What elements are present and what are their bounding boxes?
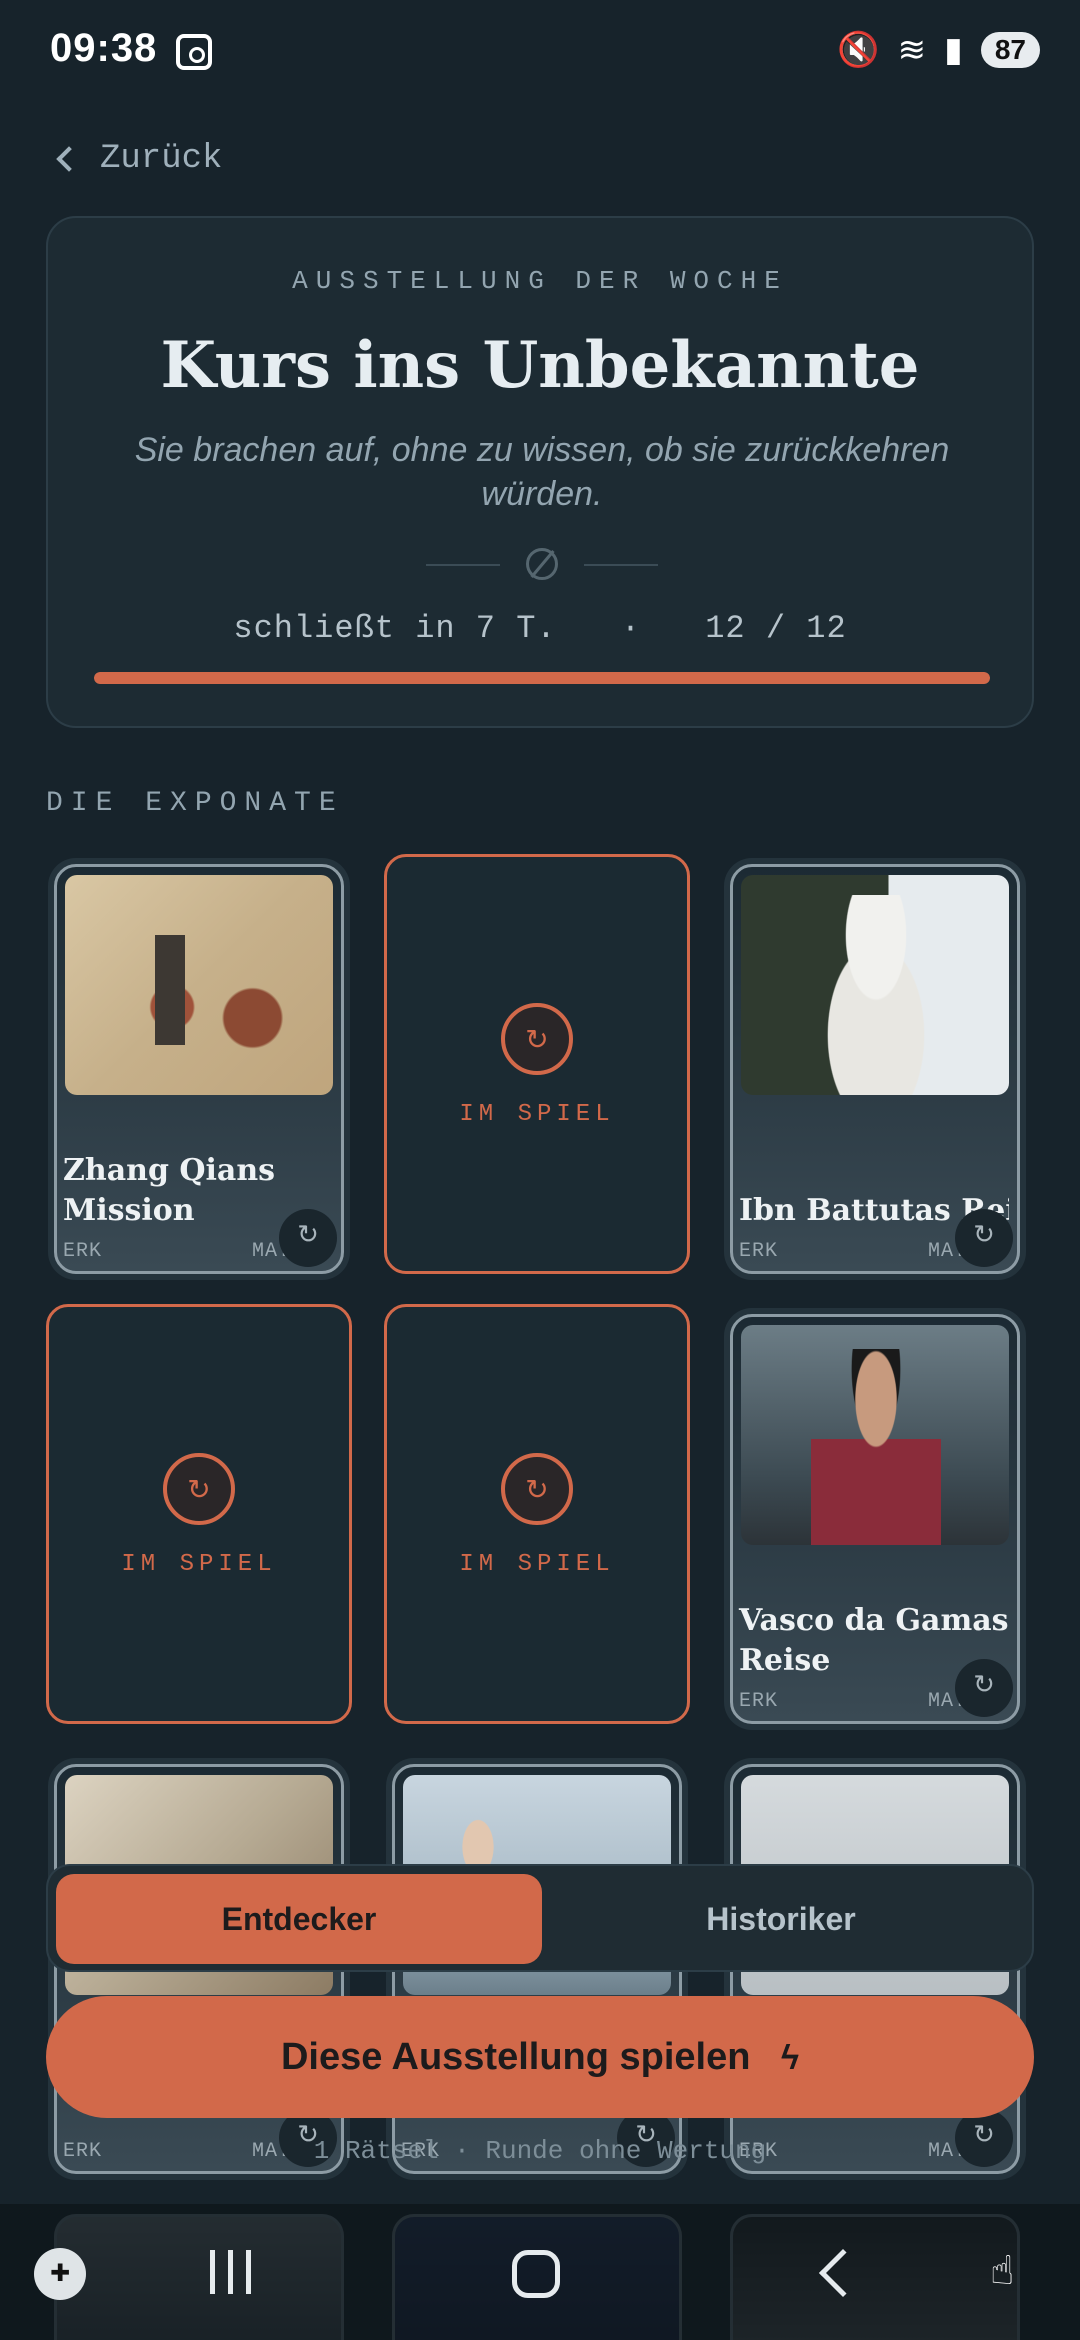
play-exhibition-label: Diese Ausstellung spielen bbox=[280, 2036, 751, 2078]
chevron-left-icon bbox=[56, 146, 82, 172]
progress-bar bbox=[94, 672, 990, 684]
back-label: Zurück bbox=[100, 140, 223, 178]
status-bar: 09:38 🔇 ≋ ▮ 87 bbox=[0, 0, 1080, 110]
mute-icon: 🔇 bbox=[837, 31, 880, 69]
hero-title: Kurs ins Unbekannte bbox=[160, 328, 920, 403]
mode-entdecker-button[interactable]: Entdecker bbox=[56, 1874, 542, 1964]
lightning-icon: ϟ bbox=[781, 2039, 800, 2077]
system-nav-bar: ✚ ☝ bbox=[0, 2204, 1080, 2340]
exhibition-hero-card: AUSSTELLUNG DER WOCHE Kurs ins Unbekannt… bbox=[46, 216, 1034, 728]
meta-separator: · bbox=[620, 610, 642, 647]
wifi-icon: ≋ bbox=[897, 31, 927, 69]
screenshot-icon bbox=[176, 34, 212, 70]
mode-historiker-button[interactable]: Historiker bbox=[538, 1874, 1024, 1964]
replay-icon[interactable] bbox=[955, 1659, 1013, 1717]
signal-icon: ▮ bbox=[944, 31, 963, 69]
exhibit-thumbnail bbox=[65, 875, 333, 1095]
closes-in: schließt in 7 T. bbox=[233, 610, 557, 647]
exhibit-thumbnail bbox=[741, 1325, 1009, 1545]
hero-meta: schließt in 7 T. · 12 / 12 bbox=[48, 610, 1032, 647]
exhibit-card-vasco-da-gama[interactable]: Vasco da Gamas Reise ERK MA... bbox=[730, 1314, 1020, 1724]
exhibit-card-ibn-battuta[interactable]: Ibn Battutas Rei... ERK MA... bbox=[730, 864, 1020, 1274]
round-note: 1 Rätsel · Runde ohne Wertung bbox=[313, 2136, 767, 2166]
in-play-label: IM SPIEL bbox=[121, 1551, 277, 1578]
replay-icon bbox=[163, 1453, 235, 1525]
back-button[interactable]: Zurück bbox=[52, 140, 222, 178]
hero-subtitle: Sie brachen auf, ohne zu wissen, ob sie … bbox=[134, 431, 950, 513]
exhibit-tag-left: ERK bbox=[739, 1690, 779, 1713]
hero-divider bbox=[426, 544, 658, 584]
in-play-label: IM SPIEL bbox=[459, 1551, 615, 1578]
compass-icon bbox=[526, 548, 558, 580]
in-play-label: IM SPIEL bbox=[459, 1101, 615, 1128]
home-icon[interactable] bbox=[512, 2250, 560, 2298]
progress-count: 12 / 12 bbox=[705, 610, 847, 647]
battery-indicator: 87 bbox=[980, 32, 1040, 68]
progress-bar-fill bbox=[94, 672, 990, 684]
exhibit-tag-left: ERK bbox=[739, 1240, 779, 1263]
back-icon[interactable] bbox=[818, 2248, 868, 2298]
touch-lock-icon[interactable]: ☝ bbox=[990, 2248, 1038, 2304]
exhibit-card-in-play[interactable]: IM SPIEL bbox=[384, 1304, 690, 1724]
exhibit-card-in-play[interactable]: IM SPIEL bbox=[384, 854, 690, 1274]
replay-icon[interactable] bbox=[955, 1209, 1013, 1267]
exhibit-thumbnail bbox=[741, 875, 1009, 1095]
hero-kicker: AUSSTELLUNG DER WOCHE bbox=[292, 266, 788, 296]
section-title: DIE EXPONATE bbox=[46, 788, 344, 819]
mode-segmented-control: Entdecker Historiker bbox=[46, 1864, 1034, 1972]
status-icons: 🔇 ≋ ▮ 87 bbox=[837, 30, 1040, 70]
status-time: 09:38 bbox=[50, 26, 158, 70]
game-controller-icon[interactable]: ✚ bbox=[34, 2248, 86, 2300]
replay-icon[interactable] bbox=[279, 1209, 337, 1267]
exhibit-tag-left: ERK bbox=[63, 1240, 103, 1263]
play-exhibition-button[interactable]: Diese Ausstellung spielen ϟ bbox=[46, 1996, 1034, 2118]
replay-icon bbox=[501, 1453, 573, 1525]
exhibit-card-zhang-qian[interactable]: Zhang Qians Mission ERK MA... bbox=[54, 864, 344, 1274]
exhibit-card-in-play[interactable]: IM SPIEL bbox=[46, 1304, 352, 1724]
replay-icon bbox=[501, 1003, 573, 1075]
recents-icon[interactable] bbox=[210, 2250, 254, 2294]
